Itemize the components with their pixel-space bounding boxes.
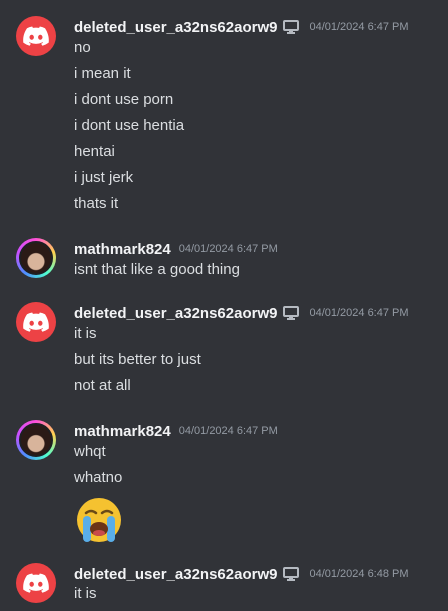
username[interactable]: deleted_user_a32ns62aorw9 [74, 566, 277, 583]
avatar[interactable] [16, 302, 56, 342]
message-header: mathmark824 04/01/2024 6:47 PM [74, 420, 278, 442]
message-text: not at all [74, 377, 131, 394]
timestamp[interactable]: 04/01/2024 6:48 PM [309, 568, 408, 580]
timestamp[interactable]: 04/01/2024 6:47 PM [309, 21, 408, 33]
message-text: i dont use hentia [74, 117, 185, 134]
username[interactable]: deleted_user_a32ns62aorw9 [74, 19, 277, 36]
avatar-face [19, 241, 53, 275]
message-text: it is [74, 585, 97, 602]
username[interactable]: deleted_user_a32ns62aorw9 [74, 305, 277, 322]
discord-logo-icon [23, 573, 49, 593]
message-text: it is [74, 325, 97, 342]
timestamp[interactable]: 04/01/2024 6:47 PM [179, 425, 278, 437]
timestamp[interactable]: 04/01/2024 6:47 PM [309, 307, 408, 319]
desktop-icon [283, 305, 301, 321]
message-text: hentai [74, 143, 115, 160]
avatar-face [19, 423, 53, 457]
user-photo-avatar[interactable] [16, 238, 56, 278]
loudly-crying-face-emoji[interactable] [74, 496, 124, 549]
username[interactable]: mathmark824 [74, 423, 171, 440]
message-text: isnt that like a good thing [74, 261, 240, 278]
discord-logo-icon [23, 26, 49, 46]
message-text: but its better to just [74, 351, 201, 368]
message-header: deleted_user_a32ns62aorw9 04/01/2024 6:4… [74, 16, 409, 38]
avatar[interactable] [16, 16, 56, 56]
desktop-icon [283, 19, 301, 35]
message-text: i dont use porn [74, 91, 174, 108]
message-header: mathmark824 04/01/2024 6:47 PM [74, 238, 278, 260]
message-text: no [74, 39, 91, 56]
user-photo-avatar[interactable] [16, 420, 56, 460]
message-text: thats it [74, 195, 119, 212]
discord-logo-icon [23, 312, 49, 332]
message-text: i mean it [74, 65, 131, 82]
message-header: deleted_user_a32ns62aorw9 04/01/2024 6:4… [74, 563, 409, 585]
desktop-icon [283, 566, 301, 582]
message-text: whqt [74, 443, 106, 460]
message-text: i just jerk [74, 169, 134, 186]
username[interactable]: mathmark824 [74, 241, 171, 258]
timestamp[interactable]: 04/01/2024 6:47 PM [179, 243, 278, 255]
avatar[interactable] [16, 563, 56, 603]
message-text: whatno [74, 469, 123, 486]
message-header: deleted_user_a32ns62aorw9 04/01/2024 6:4… [74, 302, 409, 324]
